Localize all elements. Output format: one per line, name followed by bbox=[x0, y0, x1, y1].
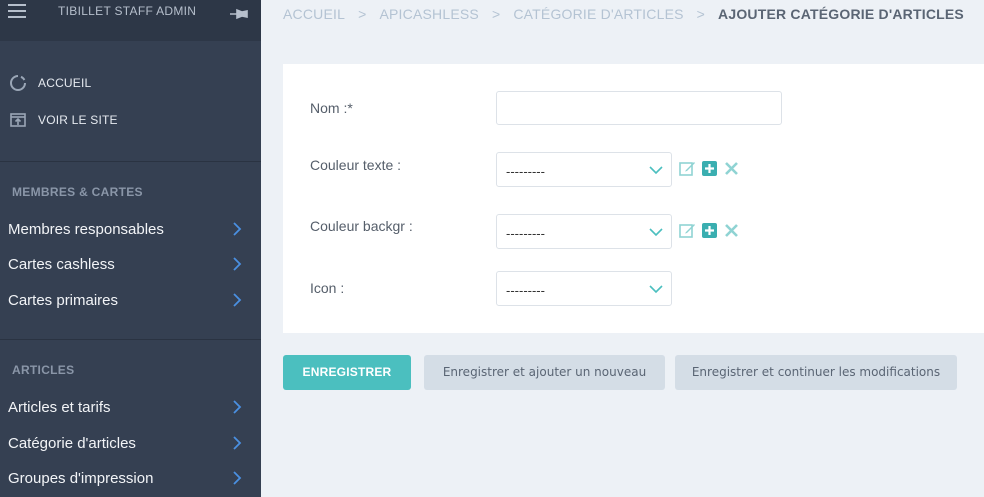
save-and-add-button[interactable]: Enregistrer et ajouter un nouveau bbox=[424, 355, 665, 390]
chevron-right-icon bbox=[233, 400, 242, 414]
breadcrumb-link-categorie[interactable]: CATÉGORIE D'ARTICLES bbox=[513, 6, 683, 22]
chevron-right-icon bbox=[233, 257, 242, 271]
add-icon[interactable] bbox=[701, 160, 718, 177]
sidebar-divider bbox=[0, 161, 261, 162]
sidebar-item-membres-responsables[interactable]: Membres responsables bbox=[0, 214, 261, 244]
sidebar-divider bbox=[0, 339, 261, 340]
icon-select[interactable]: --------- bbox=[496, 271, 672, 306]
save-and-continue-button[interactable]: Enregistrer et continuer les modificatio… bbox=[675, 355, 957, 390]
sidebar-item-cartes-primaires[interactable]: Cartes primaires bbox=[0, 285, 261, 315]
sidebar-link-voir-le-site[interactable]: VOIR LE SITE bbox=[0, 104, 261, 134]
edit-icon[interactable] bbox=[679, 222, 696, 239]
couleur-backgr-select[interactable]: --------- bbox=[496, 214, 672, 249]
site-title: TIBILLET STAFF ADMIN bbox=[58, 4, 197, 18]
sidebar-link-accueil[interactable]: ACCUEIL bbox=[0, 67, 261, 97]
couleur-backgr-actions bbox=[679, 222, 739, 240]
sidebar-item-label: Articles et tarifs bbox=[8, 399, 111, 416]
sidebar-item-cartes-cashless[interactable]: Cartes cashless bbox=[0, 249, 261, 279]
chevron-down-icon bbox=[649, 228, 663, 237]
couleur-backgr-label: Couleur backgr : bbox=[310, 218, 413, 234]
chevron-down-icon bbox=[649, 285, 663, 294]
breadcrumb-current: AJOUTER CATÉGORIE D'ARTICLES bbox=[718, 6, 964, 22]
sidebar-item-label: Membres responsables bbox=[8, 221, 164, 238]
breadcrumb: ACCUEIL > APICASHLESS > CATÉGORIE D'ARTICLES… bbox=[283, 6, 964, 22]
select-value: --------- bbox=[506, 164, 545, 179]
sidebar-header: TIBILLET STAFF ADMIN bbox=[0, 0, 261, 41]
couleur-texte-actions bbox=[679, 160, 739, 178]
delete-icon[interactable] bbox=[723, 160, 740, 177]
form-panel: Nom :* Couleur texte : --------- Couleur… bbox=[283, 64, 984, 333]
home-circle-icon bbox=[10, 75, 26, 91]
sidebar-item-label: Catégorie d'articles bbox=[8, 435, 136, 452]
nom-label: Nom :* bbox=[310, 100, 353, 116]
sidebar-item-label: Groupes d'impression bbox=[8, 470, 154, 487]
breadcrumb-link-accueil[interactable]: ACCUEIL bbox=[283, 6, 345, 22]
sidebar-item-label: Cartes cashless bbox=[8, 256, 115, 273]
select-value: --------- bbox=[506, 283, 545, 298]
sidebar-link-label: VOIR LE SITE bbox=[38, 113, 118, 127]
breadcrumb-separator-icon: > bbox=[491, 6, 501, 22]
pin-icon[interactable] bbox=[228, 6, 248, 22]
chevron-right-icon bbox=[233, 471, 242, 485]
breadcrumb-link-apicashless[interactable]: APICASHLESS bbox=[379, 6, 478, 22]
edit-icon[interactable] bbox=[679, 160, 696, 177]
section-title-articles: ARTICLES bbox=[12, 363, 75, 377]
chevron-right-icon bbox=[233, 222, 242, 236]
sidebar-item-categorie-articles[interactable]: Catégorie d'articles bbox=[0, 428, 261, 458]
select-value: --------- bbox=[506, 226, 545, 241]
menu-toggle-icon[interactable] bbox=[8, 4, 26, 18]
sidebar: TIBILLET STAFF ADMIN ACCUEIL VOIR LE SIT… bbox=[0, 0, 261, 497]
add-icon[interactable] bbox=[701, 222, 718, 239]
couleur-texte-select[interactable]: --------- bbox=[496, 152, 672, 187]
open-site-icon bbox=[10, 113, 26, 127]
breadcrumb-separator-icon: > bbox=[358, 6, 367, 22]
chevron-right-icon bbox=[233, 436, 242, 450]
delete-icon[interactable] bbox=[723, 222, 740, 239]
section-title-membres: MEMBRES & CARTES bbox=[12, 185, 143, 199]
sidebar-item-groupes-impression[interactable]: Groupes d'impression bbox=[0, 463, 261, 493]
nom-input[interactable] bbox=[496, 91, 782, 125]
breadcrumb-separator-icon: > bbox=[696, 6, 706, 22]
sidebar-link-label: ACCUEIL bbox=[38, 76, 92, 90]
save-button[interactable]: ENREGISTRER bbox=[283, 355, 411, 390]
couleur-texte-label: Couleur texte : bbox=[310, 157, 402, 173]
icon-label: Icon : bbox=[310, 280, 345, 296]
sidebar-item-label: Cartes primaires bbox=[8, 292, 119, 309]
chevron-right-icon bbox=[233, 293, 242, 307]
chevron-down-icon bbox=[649, 166, 663, 175]
sidebar-item-articles-et-tarifs[interactable]: Articles et tarifs bbox=[0, 392, 261, 422]
